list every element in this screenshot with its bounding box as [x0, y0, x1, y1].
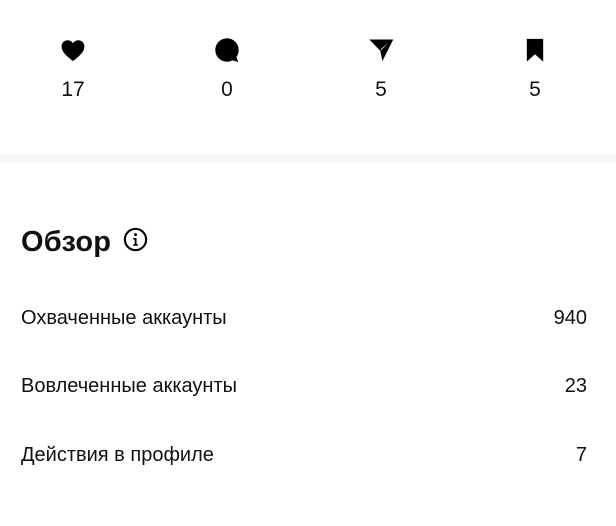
- bookmark-icon: [521, 36, 549, 64]
- comment-bubble-icon: [213, 36, 241, 64]
- engaged-accounts-value: 23: [564, 375, 587, 397]
- section-divider: [0, 154, 616, 163]
- overview-header: Обзор: [21, 222, 148, 262]
- saves-count: 5: [529, 78, 541, 101]
- comments-count: 0: [221, 78, 233, 101]
- engaged-accounts-row[interactable]: Вовлеченные аккаунты 23: [21, 371, 587, 401]
- engaged-accounts-label: Вовлеченные аккаунты: [21, 375, 237, 397]
- paper-plane-icon: [367, 36, 395, 64]
- shares-count: 5: [375, 78, 387, 101]
- profile-activity-value: 7: [575, 444, 587, 466]
- info-icon[interactable]: [123, 227, 148, 252]
- shares-metric[interactable]: 5: [331, 36, 431, 102]
- reached-accounts-label: Охваченные аккаунты: [21, 307, 227, 329]
- heart-icon: [59, 36, 87, 64]
- reached-accounts-row[interactable]: Охваченные аккаунты 940: [21, 303, 587, 333]
- likes-metric[interactable]: 17: [23, 36, 123, 102]
- engagement-metrics: 17 0 5 5: [0, 0, 616, 154]
- profile-activity-row[interactable]: Действия в профиле 7: [21, 440, 587, 470]
- likes-count: 17: [61, 78, 85, 101]
- saves-metric[interactable]: 5: [485, 36, 585, 102]
- overview-title: Обзор: [21, 226, 112, 258]
- profile-activity-label: Действия в профиле: [21, 444, 214, 466]
- post-insights-screen: 17 0 5 5 Обзор Охваченные аккаунты 940 В…: [0, 0, 616, 526]
- comments-metric[interactable]: 0: [177, 36, 277, 102]
- reached-accounts-value: 940: [553, 307, 587, 329]
